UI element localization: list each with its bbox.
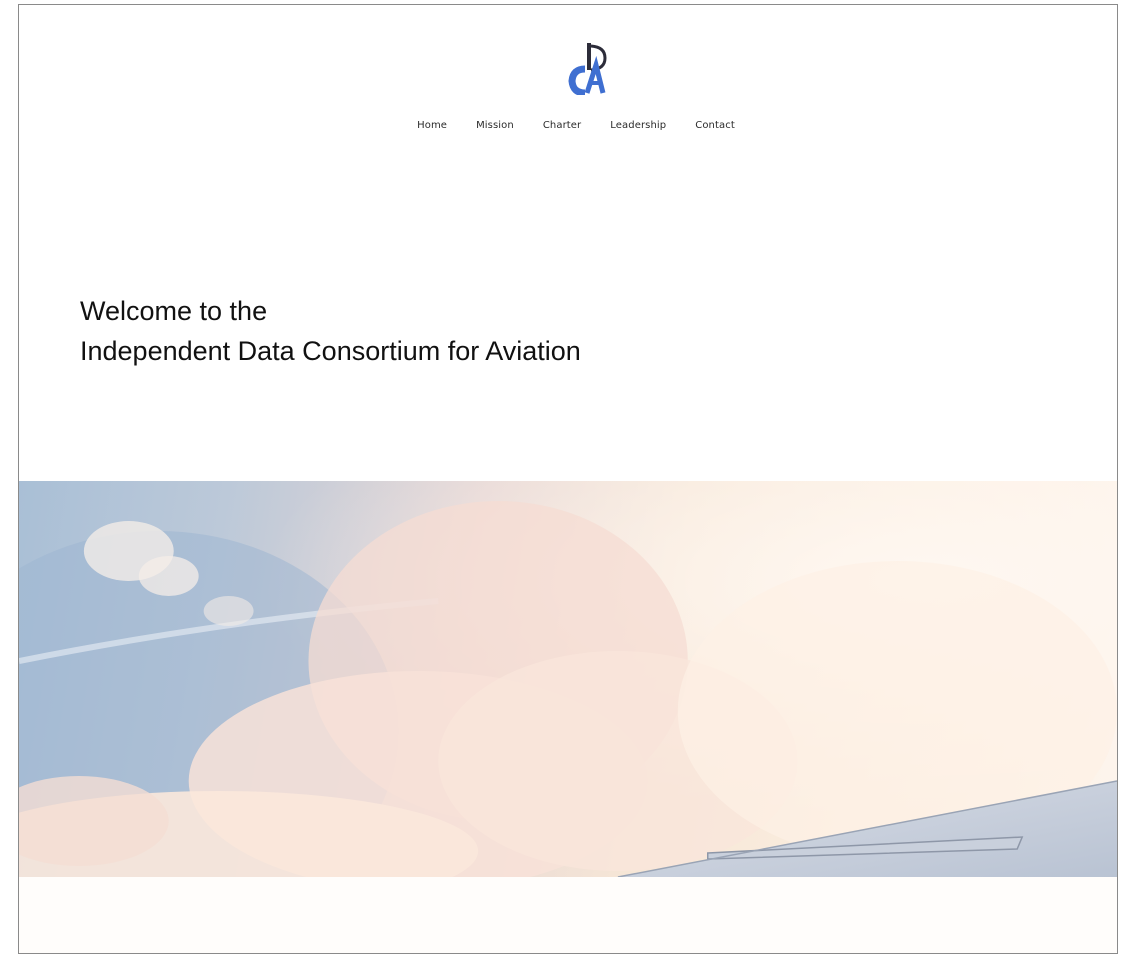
nav-home[interactable]: Home — [417, 120, 447, 131]
main-nav: Home Mission Charter Leadership Contact — [19, 120, 1117, 131]
hero-heading-line-2: Independent Data Consortium for Aviation — [80, 336, 581, 367]
content-section-start — [19, 877, 1117, 953]
hero-heading-line-1: Welcome to the — [80, 296, 268, 327]
sky-clouds-airplane-wing-image — [19, 481, 1117, 877]
nav-contact[interactable]: Contact — [695, 120, 735, 131]
site-header: Home Mission Charter Leadership Contact — [19, 5, 1117, 165]
idca-logo-icon[interactable] — [567, 43, 607, 97]
page-frame: Home Mission Charter Leadership Contact … — [18, 4, 1118, 954]
nav-leadership[interactable]: Leadership — [610, 120, 666, 131]
nav-mission[interactable]: Mission — [476, 120, 514, 131]
nav-charter[interactable]: Charter — [543, 120, 581, 131]
hero-heading: Welcome to the Independent Data Consorti… — [80, 291, 581, 371]
